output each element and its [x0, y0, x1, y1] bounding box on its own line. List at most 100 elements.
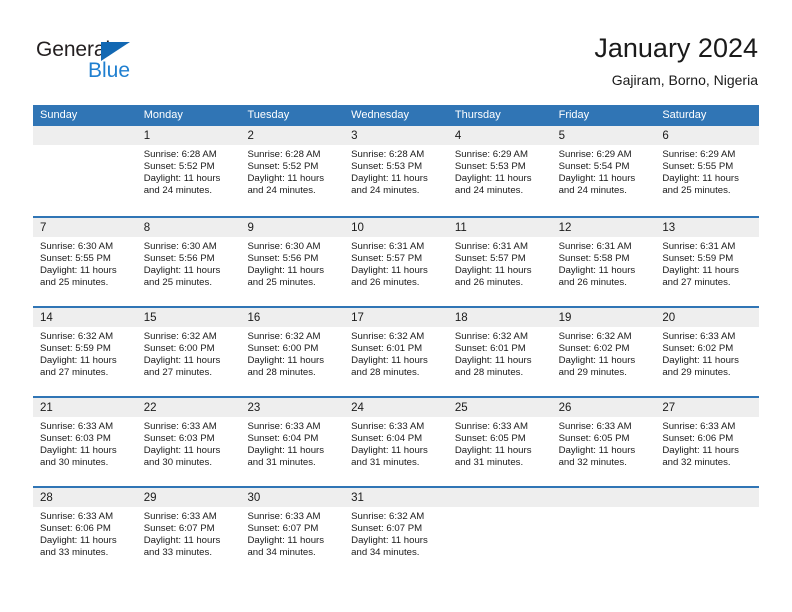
sunrise-text: Sunrise: 6:33 AM: [247, 511, 321, 522]
daylight-text-line1: Daylight: 11 hours: [143, 535, 221, 547]
weekday-header-wednesday: Wednesday: [351, 109, 410, 121]
day-number: 20: [662, 312, 676, 324]
sunrise-text: Sunrise: 6:29 AM: [558, 149, 632, 160]
day-number-strip: 31: [344, 488, 448, 507]
calendar-day-cell[interactable]: 6 Sunrise: 6:29 AM Sunset: 5:55 PM Daylight…: [655, 126, 760, 216]
day-sun-info: Sunrise: 6:32 AM Sunset: 6:00 PM Daylight:…: [137, 327, 241, 379]
daylight-text-line1: Daylight: 11 hours: [143, 265, 221, 277]
calendar-day-cell[interactable]: 13 Sunrise: 6:31 AM Sunset: 5:59 PM Dayligh…: [655, 218, 760, 306]
calendar-day-cell[interactable]: 30 Sunrise: 6:33 AM Sunset: 6:07 PM Dayligh…: [240, 488, 345, 576]
weekday-header-thursday: Thursday: [454, 109, 501, 121]
day-number-strip: 2: [240, 126, 345, 145]
calendar-day-cell[interactable]: 23 Sunrise: 6:33 AM Sunset: 6:04 PM Dayligh…: [240, 398, 345, 486]
calendar-day-cell[interactable]: 26 Sunrise: 6:33 AM Sunset: 6:05 PM Dayligh…: [551, 398, 656, 486]
calendar-day-cell[interactable]: 8 Sunrise: 6:30 AM Sunset: 5:56 PM Daylight…: [136, 218, 241, 306]
sunrise-text: Sunrise: 6:32 AM: [558, 331, 632, 342]
sunset-text: Sunset: 5:59 PM: [662, 253, 734, 265]
day-sun-info: Sunrise: 6:33 AM Sunset: 6:07 PM Daylight:…: [137, 507, 241, 559]
calendar-day-cell[interactable]: 12 Sunrise: 6:31 AM Sunset: 5:58 PM Dayligh…: [551, 218, 656, 306]
calendar-day-cell[interactable]: 29 Sunrise: 6:33 AM Sunset: 6:07 PM Dayligh…: [136, 488, 241, 576]
day-number-strip: 3: [344, 126, 448, 145]
sunrise-text: Sunrise: 6:32 AM: [247, 331, 321, 342]
calendar-day-cell[interactable]: 2 Sunrise: 6:28 AM Sunset: 5:52 PM Daylight…: [240, 126, 345, 216]
sunset-text: Sunset: 6:05 PM: [454, 433, 526, 445]
daylight-text-line2: and 25 minutes.: [40, 277, 109, 289]
calendar-day-cell[interactable]: 10 Sunrise: 6:31 AM Sunset: 5:57 PM Dayligh…: [344, 218, 448, 306]
day-number: 11: [454, 222, 467, 234]
day-number-strip: [447, 488, 552, 507]
daylight-text-line2: and 27 minutes.: [40, 367, 109, 379]
calendar-week-row: 28 Sunrise: 6:33 AM Sunset: 6:06 PM Dayligh…: [33, 486, 760, 576]
daylight-text-line2: and 29 minutes.: [662, 367, 731, 379]
calendar-day-cell[interactable]: 14 Sunrise: 6:32 AM Sunset: 5:59 PM Dayligh…: [33, 308, 137, 396]
calendar-week-row: 14 Sunrise: 6:32 AM Sunset: 5:59 PM Dayligh…: [33, 306, 760, 396]
daylight-text-line2: and 29 minutes.: [558, 367, 627, 379]
sunset-text: Sunset: 6:07 PM: [247, 523, 319, 535]
day-number-strip: 7: [33, 218, 137, 237]
sunrise-text: Sunrise: 6:31 AM: [351, 241, 425, 252]
calendar-day-cell[interactable]: 21 Sunrise: 6:33 AM Sunset: 6:03 PM Dayligh…: [33, 398, 137, 486]
calendar-day-cell[interactable]: 24 Sunrise: 6:33 AM Sunset: 6:04 PM Dayligh…: [344, 398, 448, 486]
sunset-text: Sunset: 5:52 PM: [247, 161, 319, 173]
sunrise-text: Sunrise: 6:28 AM: [247, 149, 321, 160]
day-number-strip: 6: [655, 126, 760, 145]
day-number-strip: 22: [136, 398, 241, 417]
calendar-day-cell[interactable]: 16 Sunrise: 6:32 AM Sunset: 6:00 PM Dayligh…: [240, 308, 345, 396]
weekday-header-row: Sunday Monday Tuesday Wednesday Thursday Frid…: [33, 105, 759, 126]
sunset-text: Sunset: 5:52 PM: [143, 161, 215, 173]
day-number: 26: [558, 402, 572, 414]
calendar-day-cell[interactable]: 15 Sunrise: 6:32 AM Sunset: 6:00 PM Dayligh…: [136, 308, 241, 396]
calendar-day-cell[interactable]: 25 Sunrise: 6:33 AM Sunset: 6:05 PM Dayligh…: [447, 398, 552, 486]
sunset-text: Sunset: 6:06 PM: [40, 523, 111, 535]
daylight-text-line1: Daylight: 11 hours: [558, 173, 636, 185]
calendar-day-cell[interactable]: 18 Sunrise: 6:32 AM Sunset: 6:01 PM Dayligh…: [447, 308, 552, 396]
sunset-text: Sunset: 6:01 PM: [454, 343, 526, 355]
day-number-strip: 18: [447, 308, 552, 327]
weekday-header-monday: Monday: [143, 109, 183, 121]
day-number-strip: 16: [240, 308, 345, 327]
sunrise-text: Sunrise: 6:33 AM: [454, 421, 528, 432]
sunset-text: Sunset: 5:53 PM: [454, 161, 526, 173]
sunset-text: Sunset: 5:56 PM: [143, 253, 215, 265]
day-number: 12: [558, 222, 572, 234]
calendar-day-cell[interactable]: 9 Sunrise: 6:30 AM Sunset: 5:56 PM Daylight…: [240, 218, 345, 306]
calendar-day-cell[interactable]: 7 Sunrise: 6:30 AM Sunset: 5:55 PM Daylight…: [33, 218, 137, 306]
sunset-text: Sunset: 6:04 PM: [351, 433, 423, 445]
daylight-text-line2: and 26 minutes.: [351, 277, 420, 289]
calendar-day-cell[interactable]: 4 Sunrise: 6:29 AM Sunset: 5:53 PM Daylight…: [447, 126, 552, 216]
calendar-day-cell[interactable]: 28 Sunrise: 6:33 AM Sunset: 6:06 PM Dayligh…: [33, 488, 137, 576]
daylight-text-line2: and 24 minutes.: [558, 185, 627, 197]
daylight-text-line2: and 24 minutes.: [454, 185, 524, 197]
day-sun-info: Sunrise: 6:28 AM Sunset: 5:52 PM Daylight:…: [240, 145, 344, 197]
calendar-day-cell[interactable]: 1 Sunrise: 6:28 AM Sunset: 5:52 PM Daylight…: [136, 126, 241, 216]
daylight-text-line1: Daylight: 11 hours: [662, 355, 739, 367]
calendar-week-row: 7 Sunrise: 6:30 AM Sunset: 5:55 PM Daylight…: [33, 216, 760, 306]
day-number: 19: [558, 312, 572, 324]
day-number-strip: 21: [33, 398, 137, 417]
weekday-header-tuesday: Tuesday: [247, 109, 290, 121]
calendar-day-cell[interactable]: 22 Sunrise: 6:33 AM Sunset: 6:03 PM Dayligh…: [136, 398, 241, 486]
sunset-text: Sunset: 5:53 PM: [351, 161, 423, 173]
sunset-text: Sunset: 6:07 PM: [143, 523, 215, 535]
calendar-day-cell[interactable]: 20 Sunrise: 6:33 AM Sunset: 6:02 PM Dayligh…: [655, 308, 760, 396]
calendar-day-cell[interactable]: 17 Sunrise: 6:32 AM Sunset: 6:01 PM Dayligh…: [344, 308, 448, 396]
calendar-day-cell[interactable]: 3 Sunrise: 6:28 AM Sunset: 5:53 PM Daylight…: [344, 126, 448, 216]
daylight-text-line2: and 28 minutes.: [454, 367, 524, 379]
calendar-day-cell[interactable]: 5 Sunrise: 6:29 AM Sunset: 5:54 PM Daylight…: [551, 126, 656, 216]
sunset-text: Sunset: 5:55 PM: [662, 161, 734, 173]
calendar-day-cell-empty: [447, 488, 552, 576]
day-sun-info: Sunrise: 6:30 AM Sunset: 5:56 PM Daylight:…: [137, 237, 241, 289]
calendar-day-cell[interactable]: 27 Sunrise: 6:33 AM Sunset: 6:06 PM Dayligh…: [655, 398, 760, 486]
calendar-day-cell[interactable]: 11 Sunrise: 6:31 AM Sunset: 5:57 PM Dayligh…: [447, 218, 552, 306]
daylight-text-line1: Daylight: 11 hours: [143, 355, 221, 367]
day-sun-info: Sunrise: 6:33 AM Sunset: 6:07 PM Daylight:…: [240, 507, 344, 559]
calendar-day-cell[interactable]: 19 Sunrise: 6:32 AM Sunset: 6:02 PM Dayligh…: [551, 308, 656, 396]
day-number-strip: 30: [240, 488, 345, 507]
sunrise-text: Sunrise: 6:33 AM: [351, 421, 425, 432]
calendar-day-cell[interactable]: 31 Sunrise: 6:32 AM Sunset: 6:07 PM Dayligh…: [344, 488, 448, 576]
sunrise-text: Sunrise: 6:29 AM: [454, 149, 528, 160]
daylight-text-line1: Daylight: 11 hours: [143, 173, 221, 185]
day-sun-info: Sunrise: 6:28 AM Sunset: 5:53 PM Daylight:…: [344, 145, 448, 197]
day-number-strip: 10: [344, 218, 448, 237]
day-number-strip: 1: [136, 126, 241, 145]
